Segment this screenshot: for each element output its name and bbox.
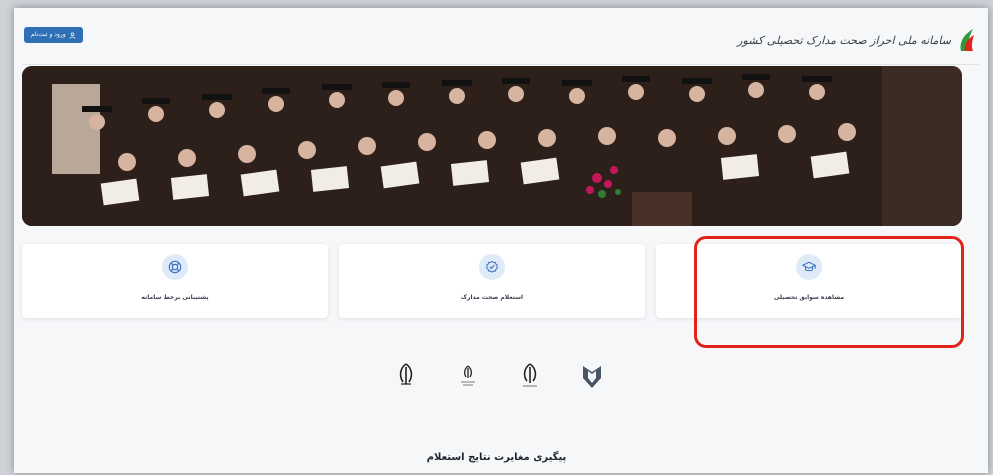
partner-logos xyxy=(392,362,622,406)
graduation-crowd-illustration xyxy=(22,66,962,226)
brand[interactable]: سامانه ملی احراز صحت مدارک تحصیلی کشور xyxy=(737,24,977,56)
brand-title: سامانه ملی احراز صحت مدارک تحصیلی کشور xyxy=(737,33,951,47)
top-bar: ورود و ثبت‌نام سامانه ملی احراز صحت مدار… xyxy=(22,20,979,65)
lifebuoy-icon xyxy=(162,254,188,280)
highlight-annotation xyxy=(694,236,964,348)
follow-up-discrepancy-link[interactable]: پیگیری مغایرت نتایج استعلام xyxy=(0,452,993,463)
login-register-button[interactable]: ورود و ثبت‌نام xyxy=(24,27,83,43)
hero-graduation-image xyxy=(22,66,962,226)
card-online-support-label: پشتیبانی برخط سامانه xyxy=(141,294,209,301)
card-online-support[interactable]: پشتیبانی برخط سامانه xyxy=(22,244,328,318)
card-verify-documents-label: استعلام صحت مدارک xyxy=(460,294,524,301)
user-icon xyxy=(69,31,75,39)
check-badge-icon xyxy=(479,254,505,280)
ministry-emblem-logo-1 xyxy=(392,362,420,394)
card-verify-documents[interactable]: استعلام صحت مدارک xyxy=(339,244,645,318)
ministry-emblem-logo-2 xyxy=(454,362,482,394)
ministry-emblem-logo-3 xyxy=(516,362,544,394)
login-label: ورود و ثبت‌نام xyxy=(31,31,66,38)
university-logo xyxy=(578,362,606,394)
brand-logo-icon xyxy=(960,29,974,51)
